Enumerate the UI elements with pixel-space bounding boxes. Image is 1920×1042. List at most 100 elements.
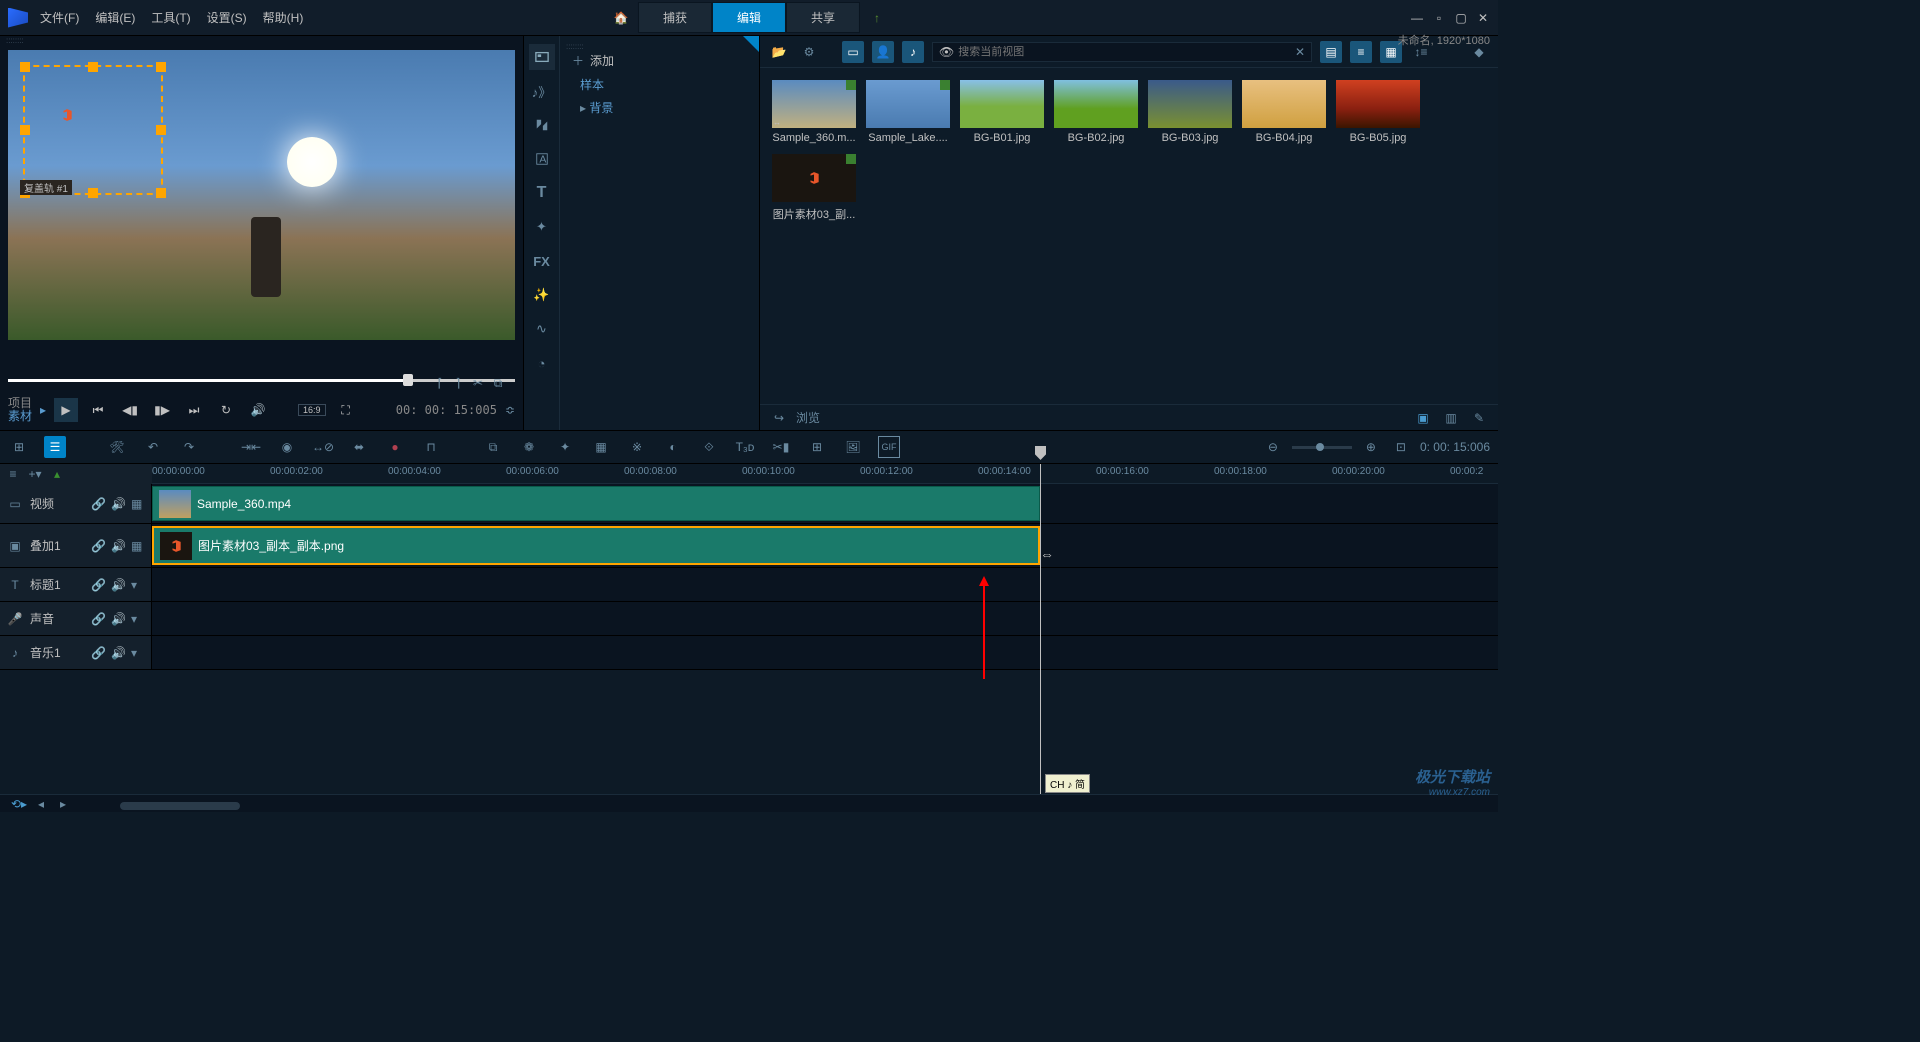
menu-settings[interactable]: 设置(S) xyxy=(207,9,247,26)
menu-edit[interactable]: 编辑(E) xyxy=(95,9,135,26)
expand-icon[interactable]: ▾ xyxy=(131,646,145,660)
tab-share[interactable]: 共享 xyxy=(786,2,860,33)
mark-out-icon[interactable]: ⌉ xyxy=(447,372,469,394)
close-icon[interactable]: ✕ xyxy=(1476,11,1490,25)
filter-category-icon[interactable]: ✨ xyxy=(529,282,555,308)
thumb-item[interactable]: ↔Sample_360.m... xyxy=(772,80,856,144)
speed-icon[interactable]: ◐ xyxy=(662,436,684,458)
lock-icon[interactable]: ▦ xyxy=(131,497,145,511)
thumb-item[interactable]: BG-B02.jpg xyxy=(1054,80,1138,144)
storyboard-view-icon[interactable]: ⊞ xyxy=(8,436,30,458)
record-icon[interactable]: ◉ xyxy=(276,436,298,458)
zoom-slider[interactable] xyxy=(1292,446,1352,449)
split-icon[interactable]: ↔⊘ xyxy=(312,436,334,458)
maximize-icon[interactable]: ▢ xyxy=(1454,11,1468,25)
panel-layout3-icon[interactable]: ✎ xyxy=(1468,407,1490,429)
prev-frame-button[interactable]: ⏮ xyxy=(86,398,110,422)
snapshot-icon[interactable]: ⧉ xyxy=(487,372,509,394)
link-icon[interactable]: 🔗 xyxy=(91,578,105,592)
grid-icon[interactable]: ▦ xyxy=(590,436,612,458)
search-input[interactable] xyxy=(958,46,1291,58)
clip-ab-icon[interactable]: ⧉ xyxy=(482,436,504,458)
next-frame-button[interactable]: ⏭ xyxy=(182,398,206,422)
filter-video-icon[interactable]: ▭ xyxy=(842,41,864,63)
aspect-ratio-button[interactable]: 16:9 xyxy=(298,404,326,416)
mute-icon[interactable]: 🔊 xyxy=(111,612,125,626)
panel-layout2-icon[interactable]: ▥ xyxy=(1440,407,1462,429)
marker-dot-icon[interactable]: ● xyxy=(384,436,406,458)
add-folder-button[interactable]: ＋添加 xyxy=(560,48,759,73)
clip-video[interactable]: Sample_360.mp4 xyxy=(152,486,1040,521)
track-visibility-icon[interactable]: ▴ xyxy=(50,467,64,481)
menu-tools[interactable]: 工具(T) xyxy=(151,9,190,26)
mute-icon[interactable]: 🔊 xyxy=(111,578,125,592)
title-app-icon[interactable]: A xyxy=(529,146,555,172)
swirl-icon[interactable]: ❁ xyxy=(518,436,540,458)
view-card-icon[interactable]: ▤ xyxy=(1320,41,1342,63)
timeline-view-icon[interactable]: ☰ xyxy=(44,436,66,458)
picture-icon[interactable]: 🖼 xyxy=(842,436,864,458)
export-icon[interactable]: ↪ xyxy=(768,407,790,429)
zoom-fit-icon[interactable]: ⊡ xyxy=(1390,436,1412,458)
scroll-left-icon[interactable]: ◂ xyxy=(30,793,52,815)
playhead[interactable] xyxy=(1040,464,1041,794)
thumb-item[interactable]: 图片素材03_副... xyxy=(772,154,856,222)
timecode-stepper-icon[interactable]: ≎ xyxy=(505,403,515,417)
expand-icon[interactable]: ▾ xyxy=(131,612,145,626)
search-box[interactable]: 👁 ✕ xyxy=(932,42,1312,62)
panel-layout1-icon[interactable]: ▣ xyxy=(1412,407,1434,429)
text-category-icon[interactable]: T xyxy=(529,180,555,206)
tab-edit[interactable]: 编辑 xyxy=(712,2,786,33)
restore-icon[interactable]: ▫ xyxy=(1432,11,1446,25)
horizontal-scrollbar[interactable] xyxy=(120,802,1498,812)
burst-icon[interactable]: ✦ xyxy=(554,436,576,458)
tools-icon[interactable]: 🛠 xyxy=(106,436,128,458)
play-mode-icon[interactable]: ▸ xyxy=(40,403,46,417)
tracking-category-icon[interactable]: ◔ xyxy=(529,350,555,376)
path-category-icon[interactable]: ∿ xyxy=(529,316,555,342)
expand-icon[interactable]: ▾ xyxy=(131,578,145,592)
mute-icon[interactable]: 🔊 xyxy=(111,646,125,660)
link-icon[interactable]: 🔗 xyxy=(91,646,105,660)
step-fwd-button[interactable]: ▮▶ xyxy=(150,398,174,422)
volume-button[interactable]: 🔊 xyxy=(246,398,270,422)
fit-button[interactable]: ⛶ xyxy=(334,398,358,422)
arrows-icon[interactable]: ⬌ xyxy=(348,436,370,458)
thumb-item[interactable]: Sample_Lake.... xyxy=(866,80,950,144)
filter-photo-icon[interactable]: 👤 xyxy=(872,41,894,63)
transition-category-icon[interactable] xyxy=(529,112,555,138)
media-category-icon[interactable] xyxy=(529,44,555,70)
text3d-icon[interactable]: T₃ᴅ xyxy=(734,436,756,458)
redo-icon[interactable]: ↷ xyxy=(178,436,200,458)
minimize-icon[interactable]: — xyxy=(1410,11,1424,25)
mute-icon[interactable]: 🔊 xyxy=(111,539,125,553)
thumb-item[interactable]: BG-B01.jpg xyxy=(960,80,1044,144)
thumb-item[interactable]: BG-B03.jpg xyxy=(1148,80,1232,144)
track-list-icon[interactable]: ≡ xyxy=(6,467,20,481)
timeline-ruler[interactable]: 00:00:00:00 00:00:02:00 00:00:04:00 00:0… xyxy=(152,464,1498,484)
gif-icon[interactable]: GIF xyxy=(878,436,900,458)
adjust-icon[interactable]: ⊞ xyxy=(806,436,828,458)
import-icon[interactable]: 📂 xyxy=(768,41,790,63)
audio-category-icon[interactable]: ♪》 xyxy=(529,78,555,104)
preview-viewport[interactable]: 复盖轨 #1 xyxy=(8,50,515,364)
gear-icon[interactable]: ⚙ xyxy=(798,41,820,63)
track-add-icon[interactable]: +▾ xyxy=(28,467,42,481)
zoom-out-icon[interactable]: ⊖ xyxy=(1262,436,1284,458)
thumb-item[interactable]: BG-B05.jpg xyxy=(1336,80,1420,144)
view-list-icon[interactable]: ≡ xyxy=(1350,41,1372,63)
cut-icon[interactable]: ✂ xyxy=(467,372,489,394)
fx-category-icon[interactable]: FX xyxy=(529,248,555,274)
undo-icon[interactable]: ↶ xyxy=(142,436,164,458)
corner-fold-icon[interactable] xyxy=(743,36,759,52)
upload-icon[interactable]: ↑ xyxy=(866,7,888,29)
filter-audio-icon[interactable]: ♪ xyxy=(902,41,924,63)
browse-label[interactable]: 浏览 xyxy=(796,409,820,426)
home-icon[interactable]: 🏠 xyxy=(610,7,632,29)
play-button[interactable]: ▶ xyxy=(54,398,78,422)
step-back-button[interactable]: ◀▮ xyxy=(118,398,142,422)
magnet-icon[interactable]: ⊓ xyxy=(420,436,442,458)
link-icon[interactable]: 🔗 xyxy=(91,497,105,511)
tree-backgrounds[interactable]: ▸ 背景 xyxy=(560,96,759,119)
tab-capture[interactable]: 捕获 xyxy=(638,2,712,33)
